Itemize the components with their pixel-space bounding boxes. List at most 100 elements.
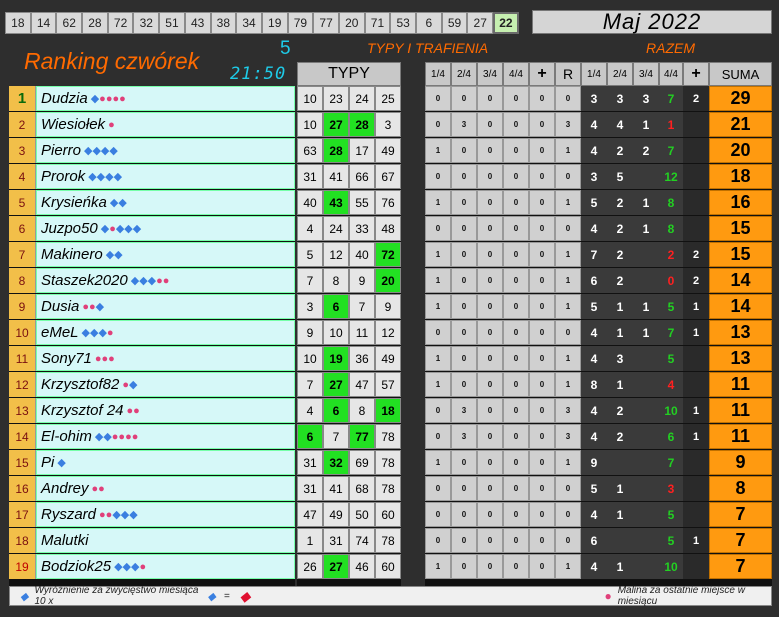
hit-total: 4 xyxy=(581,138,607,163)
ranking-row[interactable]: 6 Juzpo50 ◆●◆◆◆ xyxy=(9,216,295,242)
typ-number: 60 xyxy=(375,502,401,527)
raspberry-icon: ●● xyxy=(91,482,105,495)
hit-total: 1 xyxy=(633,294,659,319)
raspberry-icon: ● xyxy=(109,223,116,235)
raspberry-icon: ●● xyxy=(82,301,96,313)
diamond-icon: ◆ xyxy=(207,590,216,603)
typ-number: 12 xyxy=(375,320,401,345)
bonus-count: 1 xyxy=(683,424,709,449)
ranking-row[interactable]: 5 Krysieńka ◆◆ xyxy=(9,190,295,216)
header-plus: + xyxy=(529,62,555,86)
ranking-row[interactable]: 8 Staszek2020 ◆◆◆●● xyxy=(9,268,295,294)
typ-number: 25 xyxy=(375,86,401,111)
ranking-row[interactable]: 12 Krzysztof82 ●◆ xyxy=(9,372,295,398)
drawn-numbers-strip: 18 14 62 28 72 32 51 43 38 34 19 79 77 20 71 53 6 59 27 22 xyxy=(5,12,519,34)
diamond-icon: ◆ xyxy=(90,93,100,105)
typ-number: 49 xyxy=(323,502,349,527)
ranking-row[interactable]: 19 Bodziok25 ◆◆◆● xyxy=(9,554,295,580)
typ-number: 77 xyxy=(349,424,375,449)
small-count: 0 xyxy=(503,398,529,423)
small-count: 0 xyxy=(425,112,451,137)
round-number: 5 xyxy=(280,38,291,59)
drawn-number: 72 xyxy=(107,12,134,34)
raspberry-icon: ●● xyxy=(156,275,170,287)
rank-number: 5 xyxy=(9,190,36,215)
player-name: Sony71 ●●● xyxy=(36,346,295,371)
small-count: 0 xyxy=(503,164,529,189)
ranking-row[interactable]: 16 Andrey ●● xyxy=(9,476,295,502)
small-count: 0 xyxy=(451,164,477,189)
rank-number: 19 xyxy=(9,554,36,579)
rank-number: 13 xyxy=(9,398,36,423)
hit-total: 10 xyxy=(659,554,683,579)
ranking-row[interactable]: 9 Dusia ●●◆ xyxy=(9,294,295,320)
ranking-row[interactable]: 13 Krzysztof 24 ●● xyxy=(9,398,295,424)
ranking-row[interactable]: 1 Dudzia ◆●●●● xyxy=(9,86,295,112)
rank-number: 11 xyxy=(9,346,36,371)
small-count: 0 xyxy=(503,294,529,319)
typ-number: 69 xyxy=(349,450,375,475)
typ-number: 5 xyxy=(297,242,323,267)
player-name-text: Sony71 xyxy=(41,350,92,367)
typ-number: 41 xyxy=(323,476,349,501)
player-name-text: Malutki xyxy=(41,532,89,549)
diamond-icon: ◆ xyxy=(20,590,29,603)
typ-number: 78 xyxy=(375,450,401,475)
small-count: 1 xyxy=(425,346,451,371)
ranking-row[interactable]: 17 Ryszard ●●◆◆◆ xyxy=(9,502,295,528)
typ-number: 27 xyxy=(323,372,349,397)
ranking-row[interactable]: 7 Makinero ◆◆ xyxy=(9,242,295,268)
diamond-icon: ◆ xyxy=(57,457,66,469)
small-count: 0 xyxy=(477,216,503,241)
sum-value: 14 xyxy=(709,294,772,319)
ranking-row[interactable]: 14 El-ohim ◆◆●●●● xyxy=(9,424,295,450)
typ-number: 10 xyxy=(323,320,349,345)
player-name-text: Dusia xyxy=(41,298,80,315)
small-count: 0 xyxy=(529,476,555,501)
small-count: 0 xyxy=(555,164,581,189)
typ-number: 67 xyxy=(375,164,401,189)
player-name-text: Pierro xyxy=(41,142,82,159)
small-count: 1 xyxy=(425,190,451,215)
typ-number: 23 xyxy=(323,86,349,111)
small-count: 0 xyxy=(503,346,529,371)
hit-total: 2 xyxy=(633,138,659,163)
drawn-number: 14 xyxy=(30,12,57,34)
hit-total: 2 xyxy=(607,216,633,241)
drawn-number: 20 xyxy=(338,12,365,34)
small-count: 0 xyxy=(477,554,503,579)
sum-value: 11 xyxy=(709,398,772,423)
typy-row: 47 49 50 60 xyxy=(297,502,401,528)
player-awards: ◆◆◆● xyxy=(114,560,146,573)
ranking-row[interactable]: 4 Prorok ◆◆◆◆ xyxy=(9,164,295,190)
typ-number: 47 xyxy=(297,502,323,527)
typ-number: 76 xyxy=(375,190,401,215)
hit-total: 2 xyxy=(607,268,633,293)
ranking-row[interactable]: 11 Sony71 ●●● xyxy=(9,346,295,372)
typ-number: 1 xyxy=(297,528,323,553)
ranking-row[interactable]: 2 Wiesiołek ● xyxy=(9,112,295,138)
player-name: Krzysztof 24 ●● xyxy=(36,398,295,423)
ranking-row[interactable]: 3 Pierro ◆◆◆◆ xyxy=(9,138,295,164)
rank-number: 2 xyxy=(9,112,36,137)
clock-time: 21:50 xyxy=(230,64,287,84)
ranking-row[interactable]: 18 Malutki xyxy=(9,528,295,554)
small-count: 0 xyxy=(477,476,503,501)
typ-number: 31 xyxy=(297,476,323,501)
hit-total xyxy=(607,528,633,553)
small-count: 0 xyxy=(425,320,451,345)
small-count: 0 xyxy=(503,190,529,215)
ranking-row[interactable]: 15 Pi ◆ xyxy=(9,450,295,476)
drawn-number: 59 xyxy=(441,12,468,34)
typ-number: 3 xyxy=(375,112,401,137)
header-plus2: + xyxy=(683,62,709,86)
small-count: 0 xyxy=(529,528,555,553)
ranking-row[interactable]: 10 eMeL ◆◆◆● xyxy=(9,320,295,346)
sum-value: 29 xyxy=(709,86,772,111)
small-count: 0 xyxy=(529,450,555,475)
player-name: Pierro ◆◆◆◆ xyxy=(36,138,295,163)
drawn-number: 34 xyxy=(236,12,262,34)
raspberry-icon: ● xyxy=(108,118,115,131)
diamond-icon: ◆◆ xyxy=(94,431,112,443)
hit-total xyxy=(633,528,659,553)
